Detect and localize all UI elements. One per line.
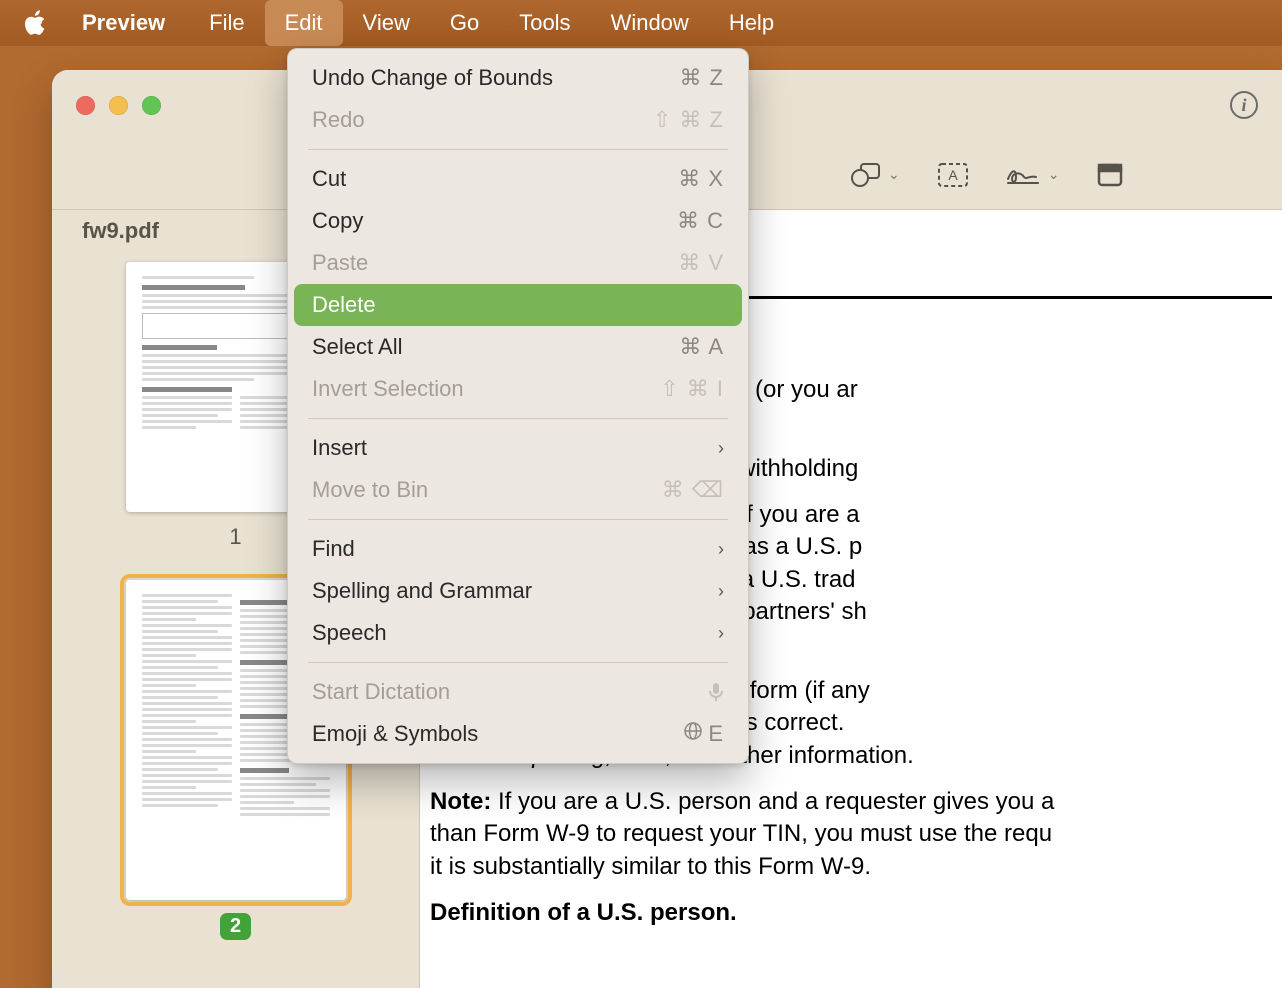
apple-menu-icon[interactable]	[24, 10, 46, 36]
menu-find[interactable]: Find ›	[294, 528, 742, 570]
menu-copy[interactable]: Copy ⌘ C	[294, 200, 742, 242]
sign-tool[interactable]: ⌄	[1006, 165, 1060, 185]
text-tool[interactable]: A	[938, 163, 968, 187]
fullscreen-button[interactable]	[142, 96, 161, 115]
shortcut-label: ⌘ Z	[679, 65, 724, 91]
menubar-item-edit[interactable]: Edit	[265, 0, 343, 46]
close-button[interactable]	[76, 96, 95, 115]
menu-cut[interactable]: Cut ⌘ X	[294, 158, 742, 200]
traffic-lights	[76, 96, 161, 115]
selected-page-badge: 2	[220, 913, 251, 940]
submenu-arrow-icon: ›	[718, 539, 724, 560]
menu-separator	[308, 662, 728, 663]
menu-delete[interactable]: Delete	[294, 284, 742, 326]
shortcut-label: E	[684, 721, 724, 747]
shortcut-label: ⌘ V	[678, 250, 724, 276]
menu-start-dictation: Start Dictation	[294, 671, 742, 713]
menubar-item-tools[interactable]: Tools	[499, 0, 590, 46]
chevron-down-icon: ⌄	[1048, 166, 1060, 183]
menubar-item-go[interactable]: Go	[430, 0, 499, 46]
menu-invert-selection: Invert Selection ⇧ ⌘ I	[294, 368, 742, 410]
menu-redo: Redo ⇧ ⌘ Z	[294, 99, 742, 141]
menu-separator	[308, 149, 728, 150]
content-line: Definition of a U.S. person.	[430, 897, 1272, 929]
menu-undo[interactable]: Undo Change of Bounds ⌘ Z	[294, 57, 742, 99]
submenu-arrow-icon: ›	[718, 581, 724, 602]
menubar-item-view[interactable]: View	[343, 0, 430, 46]
minimize-button[interactable]	[109, 96, 128, 115]
page-number-2: 2	[82, 912, 389, 940]
svg-text:A: A	[948, 167, 958, 183]
inspector-info-icon[interactable]: i	[1230, 91, 1258, 119]
system-menubar: Preview File Edit View Go Tools Window H…	[0, 0, 1282, 46]
menu-emoji-symbols[interactable]: Emoji & Symbols E	[294, 713, 742, 755]
submenu-arrow-icon: ›	[718, 438, 724, 459]
shortcut-label: ⌘ C	[677, 208, 724, 234]
shortcut-label: ⌘ ⌫	[662, 477, 724, 503]
shortcut-label: ⇧ ⌘ Z	[653, 107, 724, 133]
globe-icon	[684, 722, 702, 746]
menubar-app-name[interactable]: Preview	[82, 0, 189, 46]
menubar-item-help[interactable]: Help	[709, 0, 794, 46]
menu-select-all[interactable]: Select All ⌘ A	[294, 326, 742, 368]
menu-paste: Paste ⌘ V	[294, 242, 742, 284]
menubar-item-file[interactable]: File	[189, 0, 264, 46]
chevron-down-icon: ⌄	[888, 166, 900, 183]
menu-separator	[308, 519, 728, 520]
menu-speech[interactable]: Speech ›	[294, 612, 742, 654]
menu-spelling-grammar[interactable]: Spelling and Grammar ›	[294, 570, 742, 612]
edit-menu-dropdown: Undo Change of Bounds ⌘ Z Redo ⇧ ⌘ Z Cut…	[287, 48, 749, 764]
menu-insert[interactable]: Insert ›	[294, 427, 742, 469]
shortcut-label: ⌘ A	[679, 334, 724, 360]
menu-move-to-bin: Move to Bin ⌘ ⌫	[294, 469, 742, 511]
shortcut-label: ⇧ ⌘ I	[660, 376, 724, 402]
menu-separator	[308, 418, 728, 419]
microphone-icon	[708, 682, 724, 702]
adjust-tool[interactable]	[1097, 163, 1123, 187]
submenu-arrow-icon: ›	[718, 623, 724, 644]
content-note: Note: If you are a U.S. person and a req…	[430, 786, 1272, 883]
shapes-tool[interactable]: ⌄	[850, 162, 900, 188]
shortcut-label: ⌘ X	[678, 166, 724, 192]
menubar-item-window[interactable]: Window	[591, 0, 709, 46]
